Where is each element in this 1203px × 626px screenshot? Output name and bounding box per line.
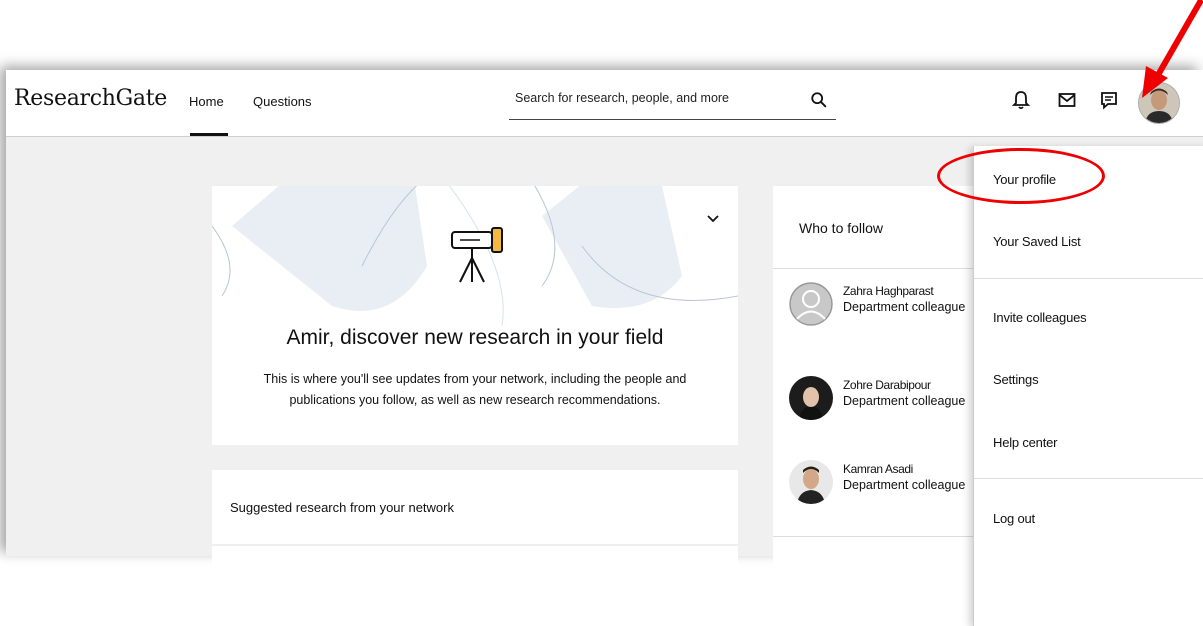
hero-title: Amir, discover new research in your fiel… [286, 326, 664, 349]
mail-icon[interactable] [1057, 90, 1077, 110]
menu-item-settings[interactable]: Settings [993, 372, 1039, 387]
divider [773, 536, 983, 537]
annotation-circle [937, 148, 1105, 204]
avatar[interactable] [789, 282, 833, 326]
person-role: Department colleague [843, 394, 966, 408]
avatar[interactable] [789, 460, 833, 504]
follow-suggestion[interactable]: Zohre Darabipour Department colleague [789, 376, 989, 432]
person-role: Department colleague [843, 478, 966, 492]
person-name[interactable]: Zohre Darabipour [843, 378, 931, 392]
menu-item-saved-list[interactable]: Your Saved List [993, 234, 1081, 249]
chevron-down-icon[interactable] [706, 214, 720, 224]
follow-suggestion[interactable]: Kamran Asadi Department colleague [789, 460, 989, 516]
feed-card [212, 546, 738, 566]
divider [974, 278, 1203, 279]
divider [773, 268, 983, 269]
nav-questions[interactable]: Questions [253, 94, 312, 109]
follow-suggestion[interactable]: Zahra Haghparast Department colleague [789, 282, 989, 338]
person-name[interactable]: Zahra Haghparast [843, 284, 934, 298]
search-bar [509, 83, 836, 120]
top-navigation-bar: ResearchGate Home Questions [6, 70, 1203, 137]
menu-item-invite-colleagues[interactable]: Invite colleagues [993, 310, 1087, 325]
hero-description: This is where you'll see updates from yo… [263, 372, 687, 407]
divider [974, 478, 1203, 479]
telescope-icon [451, 227, 503, 283]
app-window: ResearchGate Home Questions Search for r… [6, 70, 1203, 626]
user-photo-icon [789, 460, 833, 504]
person-role: Department colleague [843, 300, 966, 314]
annotation-arrow-icon [1142, 0, 1203, 98]
profile-dropdown-menu: Your profile Your Saved List Invite coll… [973, 146, 1203, 626]
menu-item-log-out[interactable]: Log out [993, 511, 1035, 526]
search-input[interactable] [515, 91, 795, 105]
researchgate-logo[interactable]: ResearchGate [14, 86, 167, 111]
suggested-research-label: Suggested research from your network [230, 500, 454, 515]
person-name[interactable]: Kamran Asadi [843, 462, 913, 476]
nav-home[interactable]: Home [189, 94, 224, 109]
search-icon[interactable] [810, 91, 828, 109]
chat-icon[interactable] [1099, 90, 1119, 110]
who-to-follow-title: Who to follow [799, 220, 884, 236]
suggested-research-card[interactable]: Suggested research from your network [212, 470, 738, 544]
discover-research-card: Amir, discover new research in your fiel… [212, 186, 738, 445]
user-photo-icon [789, 376, 833, 420]
bell-icon[interactable] [1011, 90, 1031, 110]
default-avatar-icon [789, 282, 833, 326]
avatar[interactable] [789, 376, 833, 420]
who-to-follow-card: Who to follow Zahra Haghparast Departmen… [773, 186, 983, 566]
active-tab-indicator [190, 133, 228, 136]
menu-item-help-center[interactable]: Help center [993, 435, 1057, 450]
